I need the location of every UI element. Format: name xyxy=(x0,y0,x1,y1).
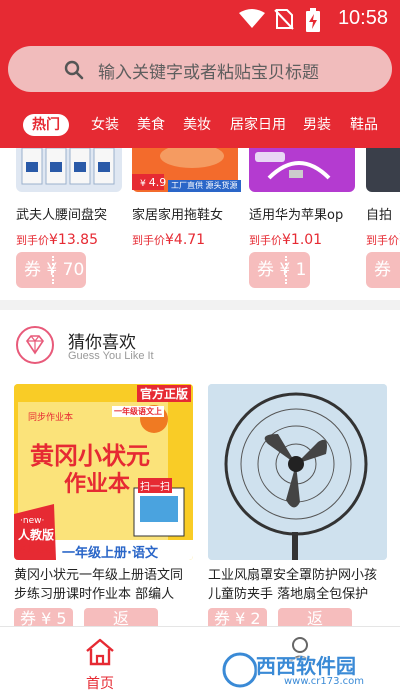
watermark-logo-icon xyxy=(221,651,259,689)
coupon-button[interactable]: 券 ¥ 70 xyxy=(16,252,86,288)
product-title[interactable]: 自拍 xyxy=(366,204,400,223)
scan-label: 扫一扫 xyxy=(138,478,172,493)
category-tabs: 热门 女装 美食 美妆 居家日用 男装 鞋品 xyxy=(0,114,400,136)
product-carousel: 武夫人腰间盘突 到手价¥13.85 券 ¥ 70 ¥ 4.9 工厂直供 源头货源… xyxy=(0,148,400,300)
tab-home[interactable]: 首页 xyxy=(50,627,150,700)
cover-title-2: 作业本 xyxy=(64,472,131,497)
product-title[interactable]: 黄冈小状元一年级上册语文同步练习册课时作业本 部编人 xyxy=(14,566,194,604)
product-price: 到手价¥1.01 xyxy=(249,232,323,248)
guess-you-like-header: 猜你喜欢 Guess You Like It xyxy=(0,310,400,372)
cover-subtitle: 同步作业本 xyxy=(28,413,74,423)
battery-charging-icon xyxy=(306,8,320,32)
search-bar[interactable]: 输入关键字或者粘贴宝贝标题 xyxy=(8,46,392,92)
tab-beauty[interactable]: 美妆 xyxy=(183,114,211,136)
product-price: 到手价¥ xyxy=(366,232,400,248)
coupon-button[interactable]: 券 ¥ 2 xyxy=(208,608,267,626)
recommend-tag: 老师推荐 xyxy=(18,545,55,555)
site-watermark: 西西软件园 www.cr173.com xyxy=(220,648,382,692)
product-image[interactable]: ¥ 4.9 工厂直供 源头货源 xyxy=(132,148,241,192)
section-divider xyxy=(0,300,400,310)
product-title[interactable]: 工业风扇罩安全罩防护网小孩儿童防夹手 落地扇全包保护 xyxy=(208,566,388,604)
new-tag: ·new· xyxy=(20,516,45,526)
product-title[interactable]: 适用华为苹果op xyxy=(249,204,355,223)
grade-subject: 一年级上册·语文 xyxy=(62,546,158,560)
search-icon xyxy=(64,60,84,80)
product-image[interactable] xyxy=(16,148,122,192)
status-bar: 10:58 xyxy=(0,0,400,36)
tab-home-label: 首页 xyxy=(86,676,114,692)
diamond-icon xyxy=(16,326,54,364)
search-placeholder: 输入关键字或者粘贴宝贝标题 xyxy=(98,63,319,83)
tab-food[interactable]: 美食 xyxy=(137,114,165,136)
product-price: 到手价¥4.71 xyxy=(132,232,206,248)
status-time: 10:58 xyxy=(337,7,388,29)
source-badge: 工厂直供 源头货源 xyxy=(168,180,241,192)
coupon-button[interactable]: 券 ¥ 5 xyxy=(14,608,73,626)
rebate-button[interactable]: 返 xyxy=(84,608,158,626)
tab-womens[interactable]: 女装 xyxy=(91,114,119,136)
tab-home-goods[interactable]: 居家日用 xyxy=(230,114,286,136)
app-screen: 10:58 输入关键字或者粘贴宝贝标题 热门 女装 美食 美妆 居家日用 男装 … xyxy=(0,0,400,700)
top-header: 10:58 输入关键字或者粘贴宝贝标题 热门 女装 美食 美妆 居家日用 男装 … xyxy=(0,0,400,148)
product-price: 到手价¥13.85 xyxy=(16,232,98,248)
grade-badge: 一年级语文上 xyxy=(112,406,164,417)
no-sim-icon xyxy=(274,9,294,30)
watermark-brand: 西西软件园 xyxy=(256,654,356,678)
watermark-url: www.cr173.com xyxy=(284,676,365,687)
official-label: 官方正版 xyxy=(136,385,191,402)
home-icon xyxy=(86,638,114,666)
edition-tag: 人教版 xyxy=(18,528,55,542)
tab-shoes[interactable]: 鞋品 xyxy=(350,114,378,136)
product-image[interactable] xyxy=(249,148,355,192)
product-image[interactable]: 官方正版 同步作业本 一年级语文上 黄冈小状元 作业本 扫一扫 ·new· 人教… xyxy=(14,384,193,560)
product-title[interactable]: 武夫人腰间盘突 xyxy=(16,204,122,223)
section-subtitle: Guess You Like It xyxy=(68,350,154,362)
product-image[interactable] xyxy=(366,148,400,192)
recommendation-grid: 官方正版 同步作业本 一年级语文上 黄冈小状元 作业本 扫一扫 ·new· 人教… xyxy=(0,372,400,626)
tab-mens[interactable]: 男装 xyxy=(303,114,331,136)
coupon-button[interactable]: 券 ¥ 1 xyxy=(249,252,310,288)
tab-hot[interactable]: 热门 xyxy=(23,114,69,136)
wifi-icon xyxy=(239,9,265,28)
coupon-button[interactable]: 券 xyxy=(366,252,400,288)
rebate-button[interactable]: 返 xyxy=(278,608,352,626)
product-image[interactable] xyxy=(208,384,387,560)
product-title[interactable]: 家居家用拖鞋女 xyxy=(132,204,238,223)
price-badge: ¥ 4.9 xyxy=(140,176,167,189)
